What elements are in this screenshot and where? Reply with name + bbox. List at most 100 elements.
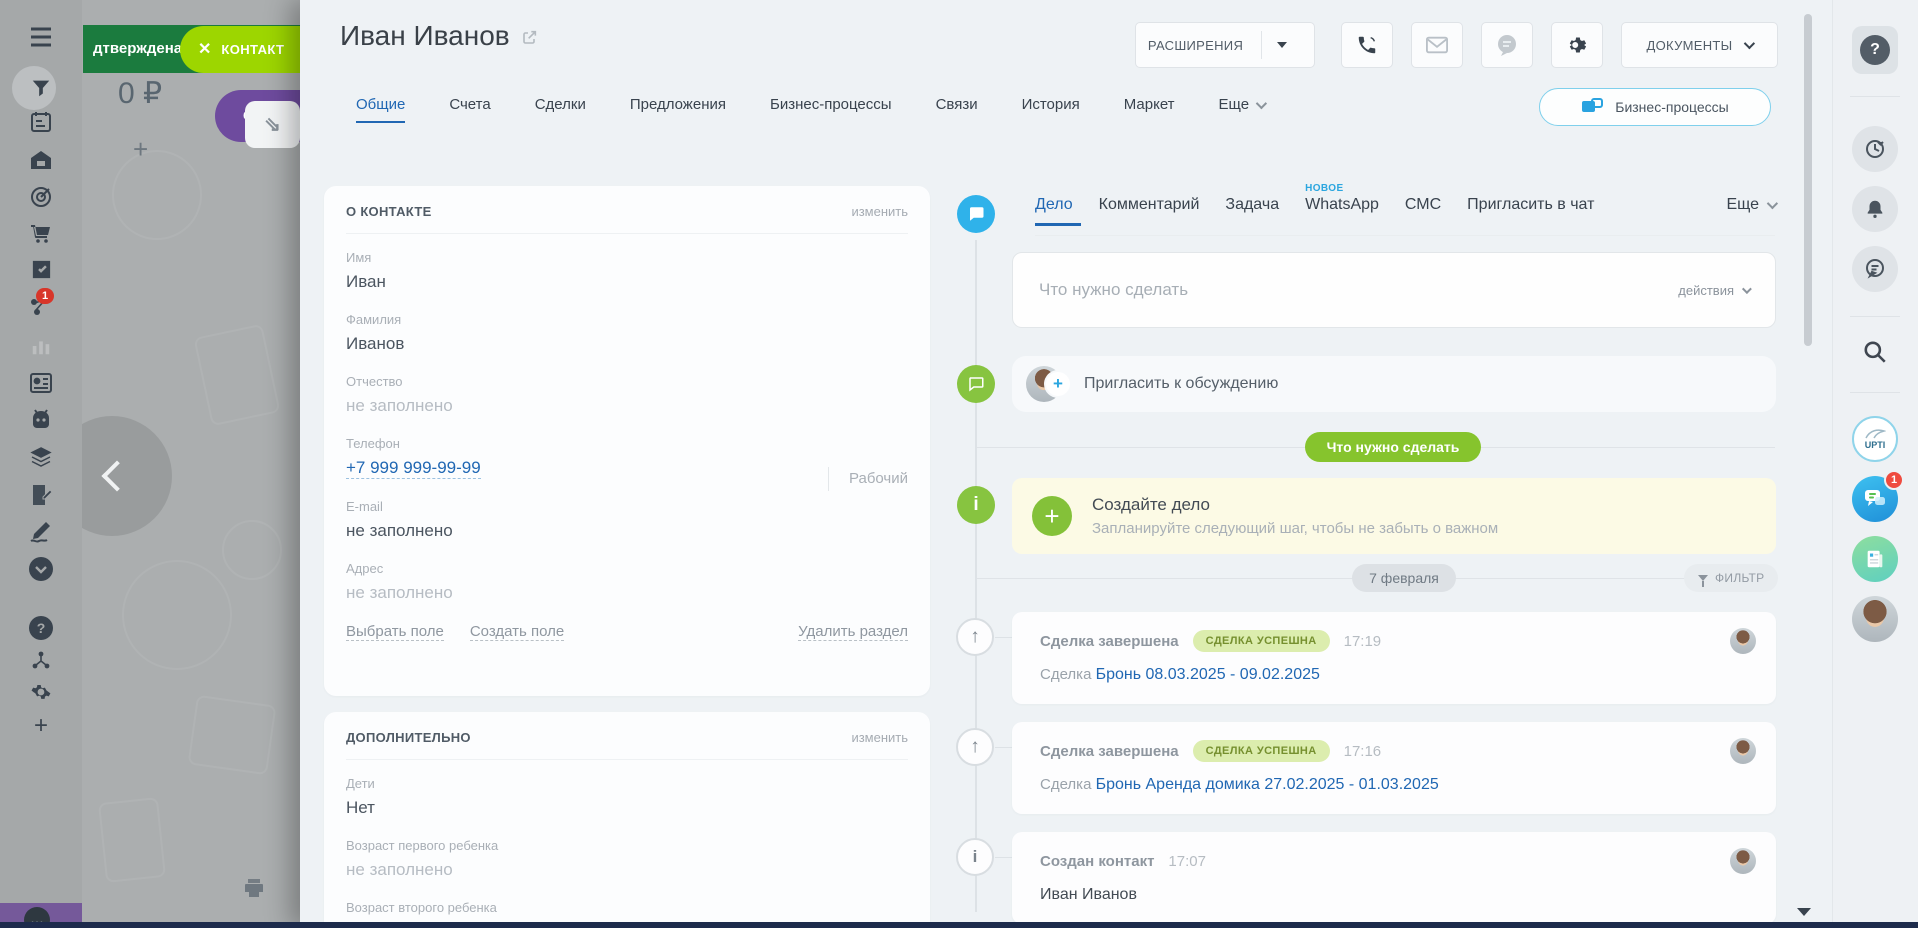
scrollbar-thumb[interactable] [1804, 14, 1812, 346]
profile-avatar[interactable] [1852, 596, 1898, 642]
field-value-children[interactable]: Нет [346, 798, 908, 818]
chat-button[interactable] [1481, 22, 1533, 68]
settings-gear-icon[interactable] [0, 681, 82, 703]
todo-pill-button[interactable]: Что нужно сделать [1305, 432, 1481, 462]
scroll-down-arrow[interactable] [1797, 908, 1811, 916]
clock-history-icon [1863, 137, 1887, 161]
filter-funnel-icon[interactable] [0, 77, 82, 99]
edit-section-link[interactable]: изменить [851, 730, 908, 745]
contact-card-icon[interactable] [0, 372, 82, 394]
tab-whatsapp[interactable]: НОВОЕ WhatsApp [1305, 196, 1379, 226]
shop-cart-icon[interactable] [0, 221, 82, 245]
gear-icon [1565, 33, 1589, 57]
filter-button[interactable]: ФИЛЬТР [1684, 564, 1778, 592]
chevron-left-icon [101, 460, 132, 491]
call-button[interactable] [1341, 22, 1393, 68]
tasks-check-icon[interactable] [0, 258, 82, 281]
field-value-child1-age[interactable]: не заполнено [346, 860, 908, 880]
field-value-middlename[interactable]: не заполнено [346, 396, 908, 416]
close-icon[interactable]: ✕ [198, 42, 211, 58]
field-value-address[interactable]: не заполнено [346, 583, 908, 603]
entry-prefix: Сделка [1040, 666, 1091, 683]
todo-input[interactable] [1039, 280, 1678, 300]
slider-contact-tab[interactable]: ✕ КОНТАКТ [180, 26, 300, 73]
help-circle-icon[interactable]: ? [0, 615, 82, 641]
history-button[interactable] [1852, 126, 1898, 172]
search-button[interactable] [1852, 332, 1898, 372]
business-process-button[interactable]: Бизнес-процессы [1539, 88, 1771, 126]
deal-stage-icon: ↑ [956, 618, 994, 656]
hint-title: Создайте дело [1092, 495, 1498, 515]
kanban-add-button[interactable]: + [133, 134, 148, 165]
delete-section-link[interactable]: Удалить раздел [798, 623, 908, 641]
status-badge: СДЕЛКА УСПЕШНА [1193, 630, 1330, 652]
signature-pen-icon[interactable] [0, 520, 82, 544]
actions-dropdown[interactable]: действия [1678, 283, 1749, 298]
documents-button[interactable]: ДОКУМЕНТЫ [1621, 22, 1778, 68]
tab-quotes[interactable]: Предложения [630, 96, 726, 123]
phone-link[interactable]: +7 999 999-99-99 [346, 458, 481, 479]
chevron-down-circle-icon[interactable] [0, 556, 82, 582]
tab-invite-chat[interactable]: Пригласить в чат [1467, 196, 1594, 226]
help-button[interactable]: ? [1852, 26, 1898, 74]
add-user-icon[interactable]: + [1046, 372, 1070, 396]
share-nodes-icon[interactable] [0, 650, 82, 670]
tab-deals[interactable]: Сделки [535, 96, 586, 123]
menu-icon[interactable] [0, 26, 82, 48]
minimize-corner-card[interactable]: ⇘ [245, 101, 300, 148]
extensions-button[interactable]: РАСШИРЕНИЯ [1135, 22, 1315, 68]
analytics-icon[interactable] [0, 335, 82, 357]
info-entry-icon: i [956, 838, 994, 876]
copy-link-icon[interactable] [522, 20, 538, 52]
create-activity-hint[interactable]: + Создайте дело Запланируйте следующий ш… [1012, 478, 1776, 554]
invite-discussion-row[interactable]: + Пригласить к обсуждению [1012, 356, 1776, 412]
entry-time: 17:16 [1344, 743, 1382, 760]
contact-name: Иван Иванов [340, 20, 510, 52]
upti-app-button[interactable]: UPTI [1852, 416, 1898, 462]
discussion-icon [957, 365, 995, 403]
tab-bizproc[interactable]: Бизнес-процессы [770, 96, 892, 123]
network-badge: 1 [36, 288, 54, 304]
news-button[interactable] [1852, 536, 1898, 582]
create-field-link[interactable]: Создать поле [470, 623, 564, 641]
tab-task[interactable]: Задача [1225, 196, 1279, 226]
caret-down-icon[interactable] [1277, 42, 1287, 48]
tab-market[interactable]: Маркет [1124, 96, 1175, 123]
additional-card: ДОПОЛНИТЕЛЬНО изменить Дети Нет Возраст … [324, 712, 930, 928]
planner-icon[interactable] [0, 110, 82, 134]
deal-link[interactable]: Бронь Аренда домика 27.02.2025 - 01.03.2… [1096, 776, 1439, 793]
add-menu-item-icon[interactable]: + [0, 712, 82, 740]
divider [1850, 96, 1900, 97]
notifications-button[interactable] [1852, 186, 1898, 232]
warehouse-icon[interactable] [0, 148, 82, 172]
edit-section-link[interactable]: изменить [851, 204, 908, 219]
tab-relations[interactable]: Связи [936, 96, 978, 123]
crm-target-icon[interactable] [0, 185, 82, 209]
document-edit-icon[interactable] [0, 483, 82, 507]
settings-button[interactable] [1551, 22, 1603, 68]
bottom-window-edge [0, 922, 1918, 928]
tab-activity[interactable]: Дело [1035, 196, 1073, 226]
printer-icon[interactable] [242, 876, 266, 905]
arrow-corner-icon: ⇘ [264, 112, 281, 137]
tab-invoices[interactable]: Счета [449, 96, 490, 123]
plus-icon[interactable]: + [1032, 496, 1072, 536]
tab-sms[interactable]: СМС [1405, 196, 1441, 226]
tab-comment[interactable]: Комментарий [1099, 196, 1200, 226]
tab-history[interactable]: История [1022, 96, 1080, 123]
funnel-icon [1698, 575, 1708, 581]
left-sidebar: 1 [0, 0, 82, 928]
email-button[interactable] [1411, 22, 1463, 68]
deal-link[interactable]: Бронь 08.03.2025 - 09.02.2025 [1096, 666, 1320, 683]
field-value-name[interactable]: Иван [346, 272, 908, 292]
field-value-lastname[interactable]: Иванов [346, 334, 908, 354]
bot-icon[interactable] [0, 408, 82, 430]
actions-label: действия [1678, 283, 1734, 298]
field-value-email[interactable]: не заполнено [346, 521, 908, 541]
stack-icon[interactable] [0, 445, 82, 469]
timeline-tab-more[interactable]: Еще [1726, 196, 1775, 226]
select-field-link[interactable]: Выбрать поле [346, 623, 444, 641]
feed-button[interactable] [1852, 246, 1898, 292]
tab-more[interactable]: Еще [1219, 96, 1265, 113]
tab-general[interactable]: Общие [356, 96, 405, 123]
